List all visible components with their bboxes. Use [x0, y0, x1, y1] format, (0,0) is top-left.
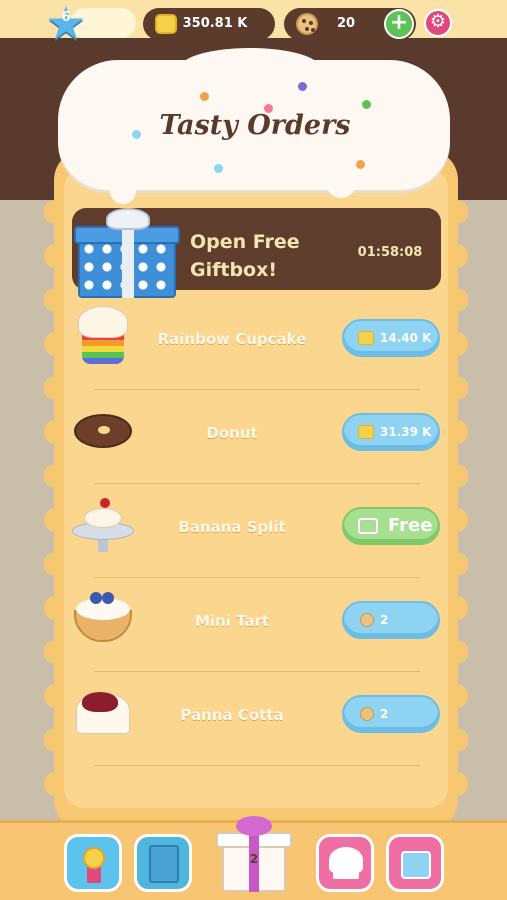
buy-rainbow-cupcake-button[interactable]: 14.40 K — [342, 319, 440, 357]
gift-button[interactable]: 2 — [216, 814, 292, 894]
giftbox-icon — [74, 208, 180, 298]
order-name: Panna Cotta — [180, 706, 284, 724]
order-row-panna-cotta: Panna Cotta 2 — [72, 672, 444, 766]
order-price: 14.40 K — [380, 331, 432, 345]
shop-icon — [401, 851, 431, 879]
cream-drip — [110, 170, 136, 204]
order-row-rainbow-cupcake: Rainbow Cupcake 14.40 K — [72, 296, 444, 390]
buy-donut-button[interactable]: 31.39 K — [342, 413, 440, 451]
banana-split-icon — [72, 494, 134, 556]
order-name: Rainbow Cupcake — [157, 330, 307, 348]
order-price: Free — [388, 515, 433, 536]
order-name: Donut — [206, 424, 258, 442]
video-icon — [358, 518, 378, 534]
giftbox-label: Open Free Giftbox! — [190, 231, 300, 281]
panel-scallop — [446, 190, 468, 810]
order-price: 2 — [380, 707, 389, 721]
divider — [94, 765, 420, 766]
panel-scallop — [44, 190, 66, 810]
sprinkle — [362, 100, 371, 109]
order-name: Mini Tart — [194, 612, 270, 630]
coin-icon — [358, 425, 374, 439]
shop-button[interactable] — [386, 834, 444, 892]
plus-icon: + — [389, 10, 409, 35]
mini-tart-icon — [72, 588, 134, 650]
add-cookies-button[interactable]: + — [384, 9, 414, 39]
cookie-icon — [360, 613, 374, 627]
order-price: 2 — [380, 613, 389, 627]
order-row-mini-tart: Mini Tart 2 — [72, 578, 444, 672]
free-banana-split-button[interactable]: Free — [342, 507, 440, 545]
coin-balance: 350.81 K — [143, 8, 275, 40]
settings-button[interactable]: ⚙ — [424, 9, 452, 37]
giftbox-icon — [236, 816, 272, 836]
coin-icon — [155, 14, 177, 34]
recipe-book-button[interactable] — [134, 834, 192, 892]
order-row-donut: Donut 31.39 K — [72, 390, 444, 484]
panna-cotta-icon — [72, 682, 134, 744]
donut-icon — [72, 400, 134, 462]
gift-count: 2 — [249, 852, 259, 866]
cookie-balance-value: 20 — [336, 16, 356, 31]
recipe-book-icon — [149, 845, 179, 883]
cream-drip — [326, 168, 356, 198]
cookie-icon — [296, 13, 318, 35]
order-row-banana-split: Banana Split Free — [72, 484, 444, 578]
buy-mini-tart-button[interactable]: 2 — [342, 601, 440, 639]
order-price: 31.39 K — [380, 425, 432, 439]
buy-panna-cotta-button[interactable]: 2 — [342, 695, 440, 733]
giftbox-timer: 01:58:08 — [357, 245, 423, 260]
sprinkle — [200, 92, 209, 101]
gear-icon: ⚙ — [429, 11, 447, 32]
coin-icon — [358, 331, 374, 345]
sprinkle — [214, 164, 223, 173]
page-title: Tasty Orders — [159, 110, 351, 141]
achievements-button[interactable] — [64, 834, 122, 892]
cookie-icon — [360, 707, 374, 721]
rainbow-cupcake-icon — [72, 306, 134, 368]
order-name: Banana Split — [178, 518, 286, 536]
sprinkle — [356, 160, 365, 169]
kitchen-button[interactable] — [316, 834, 374, 892]
coin-balance-value: 350.81 K — [182, 16, 248, 31]
sprinkle — [298, 82, 307, 91]
player-level: 6 — [61, 10, 71, 25]
medal-icon — [83, 847, 105, 869]
